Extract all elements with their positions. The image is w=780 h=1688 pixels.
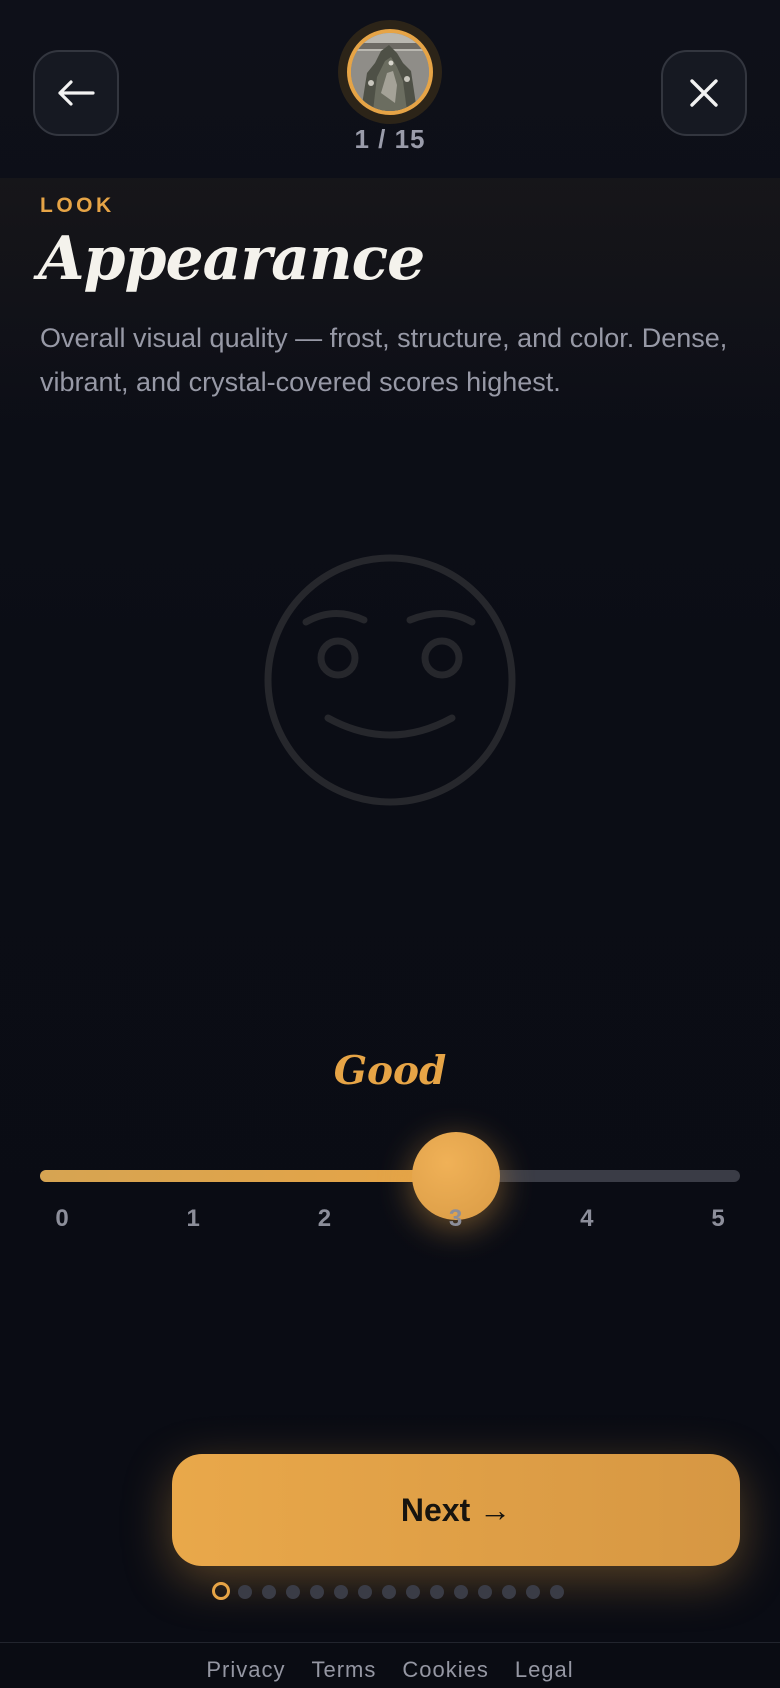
- progress-dot-13[interactable]: [502, 1585, 516, 1599]
- app-screen: 1 / 15 LOOK Appearance Overall visual qu…: [0, 0, 780, 1688]
- progress-dot-9[interactable]: [406, 1585, 420, 1599]
- progress-dot-10[interactable]: [430, 1585, 444, 1599]
- slider-tick-1[interactable]: 1: [173, 1205, 213, 1233]
- strain-avatar: [338, 20, 442, 124]
- footer-links: Privacy Terms Cookies Legal: [0, 1657, 780, 1683]
- category-label: LOOK: [40, 194, 115, 217]
- rating-label: Good: [333, 1048, 447, 1094]
- step-progress-dots: [212, 1582, 574, 1602]
- question-description: Overall visual quality — frost, structur…: [40, 323, 728, 397]
- slider-fill: [40, 1170, 456, 1182]
- page-title: Appearance: [38, 224, 425, 294]
- progress-dot-12[interactable]: [478, 1585, 492, 1599]
- smiling-face-icon: [264, 554, 516, 806]
- progress-dot-11[interactable]: [454, 1585, 468, 1599]
- progress-dot-5[interactable]: [310, 1585, 324, 1599]
- progress-dot-14[interactable]: [526, 1585, 540, 1599]
- progress-dot-6[interactable]: [334, 1585, 348, 1599]
- footer-link-cookies[interactable]: Cookies: [402, 1657, 488, 1682]
- progress-dot-3[interactable]: [262, 1585, 276, 1599]
- progress-dot-15[interactable]: [550, 1585, 564, 1599]
- back-button[interactable]: [33, 50, 119, 136]
- next-button[interactable]: Next →: [172, 1454, 740, 1566]
- progress-dot-1[interactable]: [212, 1582, 230, 1600]
- close-button[interactable]: [661, 50, 747, 136]
- slider-tick-2[interactable]: 2: [304, 1205, 344, 1233]
- arrow-left-icon: [58, 80, 95, 106]
- slider-tick-4[interactable]: 4: [567, 1205, 607, 1233]
- footer-link-terms[interactable]: Terms: [311, 1657, 376, 1682]
- slider-scale: 0 1 2 3 4 5: [40, 1205, 740, 1235]
- footer-link-privacy[interactable]: Privacy: [206, 1657, 285, 1682]
- progress-dot-4[interactable]: [286, 1585, 300, 1599]
- slider-tick-3[interactable]: 3: [436, 1205, 476, 1233]
- cannabis-bud-photo: [347, 29, 433, 115]
- progress-dot-8[interactable]: [382, 1585, 396, 1599]
- slider-tick-0[interactable]: 0: [42, 1205, 82, 1233]
- progress-dot-2[interactable]: [238, 1585, 252, 1599]
- footer: Privacy Terms Cookies Legal: [0, 1642, 780, 1688]
- close-icon: [690, 79, 718, 107]
- slider-tick-5[interactable]: 5: [698, 1205, 738, 1233]
- progress-counter: 1 / 15: [354, 124, 426, 154]
- progress-dot-7[interactable]: [358, 1585, 372, 1599]
- footer-link-legal[interactable]: Legal: [515, 1657, 574, 1682]
